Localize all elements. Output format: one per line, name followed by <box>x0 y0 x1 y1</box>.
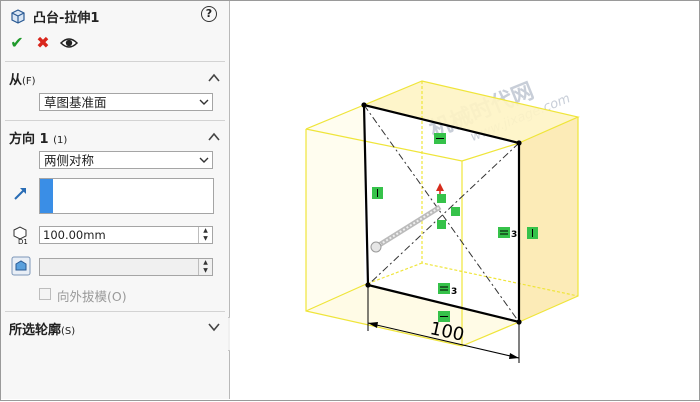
end-condition-value: 两侧对称 <box>44 153 95 168</box>
depth-spinner[interactable]: ▲ ▼ <box>198 227 212 243</box>
separator <box>5 61 225 62</box>
draft-icon[interactable] <box>11 256 31 276</box>
depth-value: 100.00mm <box>43 228 106 242</box>
preview-eye-icon[interactable] <box>59 33 79 53</box>
from-group-title[interactable]: 从(F) <box>9 69 36 88</box>
from-select[interactable]: 草图基准面 <box>39 93 213 111</box>
draft-outward-label: 向外拔模(O) <box>57 289 127 304</box>
draft-angle-input[interactable]: ▲ ▼ <box>39 258 213 276</box>
from-select-value: 草图基准面 <box>44 95 107 110</box>
separator <box>5 120 225 121</box>
equal-relation-icon <box>498 227 510 238</box>
vertical-relation-icon <box>527 227 538 239</box>
svg-text:D1: D1 <box>18 238 28 245</box>
boss-extrude-icon <box>11 9 25 24</box>
depth-d1-icon: D1 <box>13 226 28 245</box>
relation-tag-label: 3 <box>511 230 517 240</box>
cancel-button[interactable]: ✖ <box>33 33 53 53</box>
separator <box>5 311 225 312</box>
ok-button[interactable]: ✔ <box>7 33 27 53</box>
equal-relation-icon <box>438 283 450 294</box>
draft-outward-checkbox[interactable] <box>39 288 51 300</box>
graphics-viewport[interactable]: 机械时代网 www.jixage.com <box>230 1 698 399</box>
collapse-chevron-icon[interactable] <box>208 132 220 142</box>
direction1-group-hint: (1) <box>53 135 68 146</box>
pm-header: 凸台-拉伸1 ? <box>1 1 229 29</box>
extrude-preview: 机械时代网 www.jixage.com <box>305 79 580 363</box>
preview-solid <box>305 80 580 347</box>
vertical-relation-icon <box>372 187 383 199</box>
feature-title: 凸台-拉伸1 <box>33 11 100 26</box>
contours-group-title[interactable]: 所选轮廓(S) <box>9 319 75 338</box>
depth-input[interactable]: 100.00mm ▲ ▼ <box>39 226 213 244</box>
chevron-down-icon <box>199 99 209 105</box>
end-condition-select[interactable]: 两侧对称 <box>39 151 213 169</box>
from-group-hint: (F) <box>22 76 36 87</box>
chevron-down-icon <box>199 157 209 163</box>
direction-arrow-icon[interactable] <box>11 183 31 203</box>
relation-tag-label: 3 <box>451 287 457 297</box>
expand-chevron-icon[interactable] <box>208 322 220 332</box>
collapse-chevron-icon[interactable] <box>208 73 220 83</box>
direction1-group-title[interactable]: 方向 1 (1) <box>9 128 67 147</box>
property-manager: 凸台-拉伸1 ? ✔ ✖ 从(F) 草图基准面 方向 1 (1) 两侧对称 D1… <box>1 1 230 399</box>
horizontal-relation-icon <box>434 133 446 144</box>
direction-selection-box[interactable] <box>39 178 214 214</box>
contours-group-hint: (S) <box>61 326 76 337</box>
selection-focus-marker <box>40 179 53 213</box>
draft-spinner[interactable]: ▲ ▼ <box>198 259 212 275</box>
help-button[interactable]: ? <box>201 6 217 22</box>
